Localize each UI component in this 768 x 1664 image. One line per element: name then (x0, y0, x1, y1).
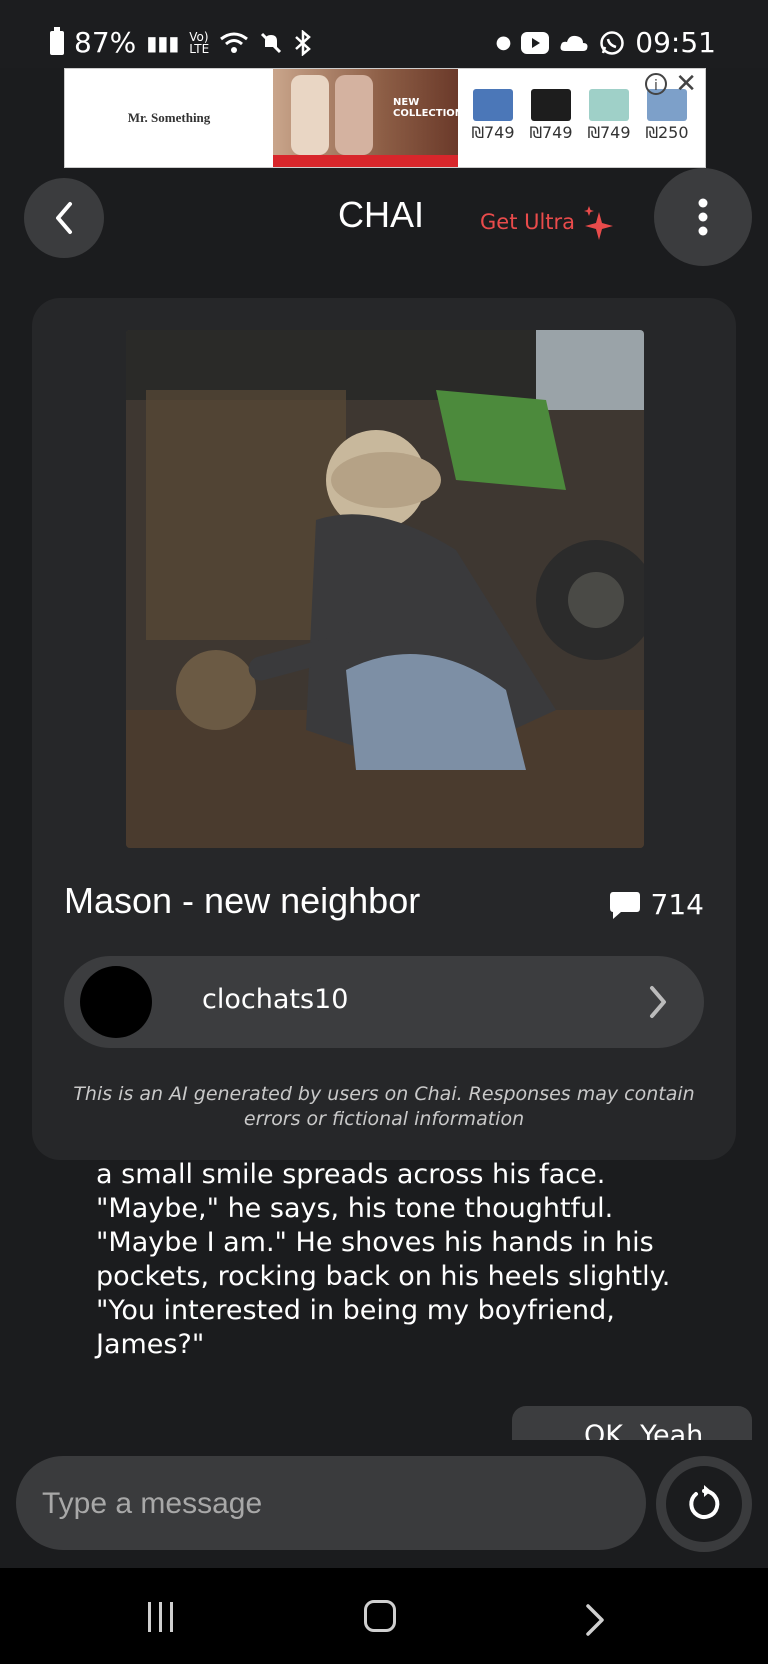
status-left: 87% ▮▮▮ Vo) LTE (50, 26, 313, 59)
ad-tagline: NEW COLLECTION (393, 97, 464, 119)
battery-percent: 87% (74, 26, 137, 59)
product-thumb (589, 89, 629, 121)
chevron-left-icon (56, 202, 72, 234)
nav-back-icon[interactable] (584, 1602, 606, 1638)
bot-message: a small smile spreads across his face. "… (96, 1159, 671, 1360)
mute-icon (261, 32, 282, 53)
ad-banner[interactable]: Mr. Something NEW COLLECTION ₪749 ₪749 ₪… (64, 68, 706, 168)
more-options-button[interactable] (654, 168, 752, 266)
product-thumb (531, 89, 571, 121)
wifi-icon (220, 32, 249, 53)
ad-product: ₪749 (527, 89, 575, 142)
ad-close-icon[interactable]: ✕ (675, 71, 697, 97)
chat-bubble-icon (609, 891, 640, 919)
volte-icon: Vo) LTE (189, 29, 210, 56)
avatar (80, 966, 152, 1038)
product-thumb (473, 89, 513, 121)
app-title: CHAI (338, 194, 425, 235)
ad-brand: Mr. Something (127, 110, 211, 125)
signal-icon: ▮▮▮ (146, 30, 180, 55)
app-header: CHAI Get Ultra (0, 166, 768, 270)
chevron-right-icon (650, 986, 666, 1018)
ai-disclaimer: This is an AI generated by users on Chai… (73, 1083, 695, 1130)
creator-name: clochats10 (202, 984, 349, 1015)
message-count-value: 714 (650, 888, 704, 921)
reset-inner (666, 1466, 742, 1542)
get-ultra-button[interactable]: Get Ultra (480, 204, 615, 240)
sparkle-icon (584, 206, 614, 240)
ad-info-icon[interactable]: i (645, 73, 667, 95)
recents-button[interactable] (148, 1602, 173, 1632)
character-photo-art (126, 330, 644, 848)
character-card: Mason - new neighbor 714 clochats10 This… (32, 298, 736, 1160)
dot-icon: ● (495, 32, 512, 53)
ad-price: ₪749 (471, 123, 515, 142)
battery-icon (50, 26, 64, 55)
clock: 09:51 (635, 26, 716, 59)
back-button[interactable] (24, 178, 104, 258)
message-input[interactable] (40, 1476, 624, 1532)
refresh-icon (689, 1485, 720, 1519)
home-button[interactable] (364, 1600, 396, 1632)
status-bar: 87% ▮▮▮ Vo) LTE ● 09:51 (0, 0, 768, 68)
reset-button[interactable] (656, 1456, 752, 1552)
cloud-icon (560, 35, 588, 51)
whatsapp-icon (600, 30, 625, 55)
ad-product: ₪749 (585, 89, 633, 142)
youtube-icon (521, 31, 550, 54)
system-nav-bar (0, 1568, 768, 1664)
ad-product: ₪749 (469, 89, 517, 142)
get-ultra-label: Get Ultra (480, 210, 576, 234)
more-vertical-icon (698, 198, 708, 236)
message-count: 714 (609, 888, 704, 921)
ad-products: ₪749 ₪749 ₪749 ₪250 (469, 89, 691, 142)
character-photo (126, 330, 644, 848)
bluetooth-icon (295, 29, 312, 56)
status-right: ● 09:51 (496, 26, 716, 59)
user-message: OK. Yeah (512, 1406, 752, 1440)
message-composer (16, 1456, 646, 1550)
character-name: Mason - new neighbor (64, 880, 421, 921)
ad-price: ₪749 (587, 123, 631, 142)
ad-price: ₪749 (529, 123, 573, 142)
creator-row[interactable]: clochats10 (64, 956, 704, 1048)
user-message-text: OK. Yeah (584, 1420, 704, 1440)
ad-price: ₪250 (645, 123, 689, 142)
